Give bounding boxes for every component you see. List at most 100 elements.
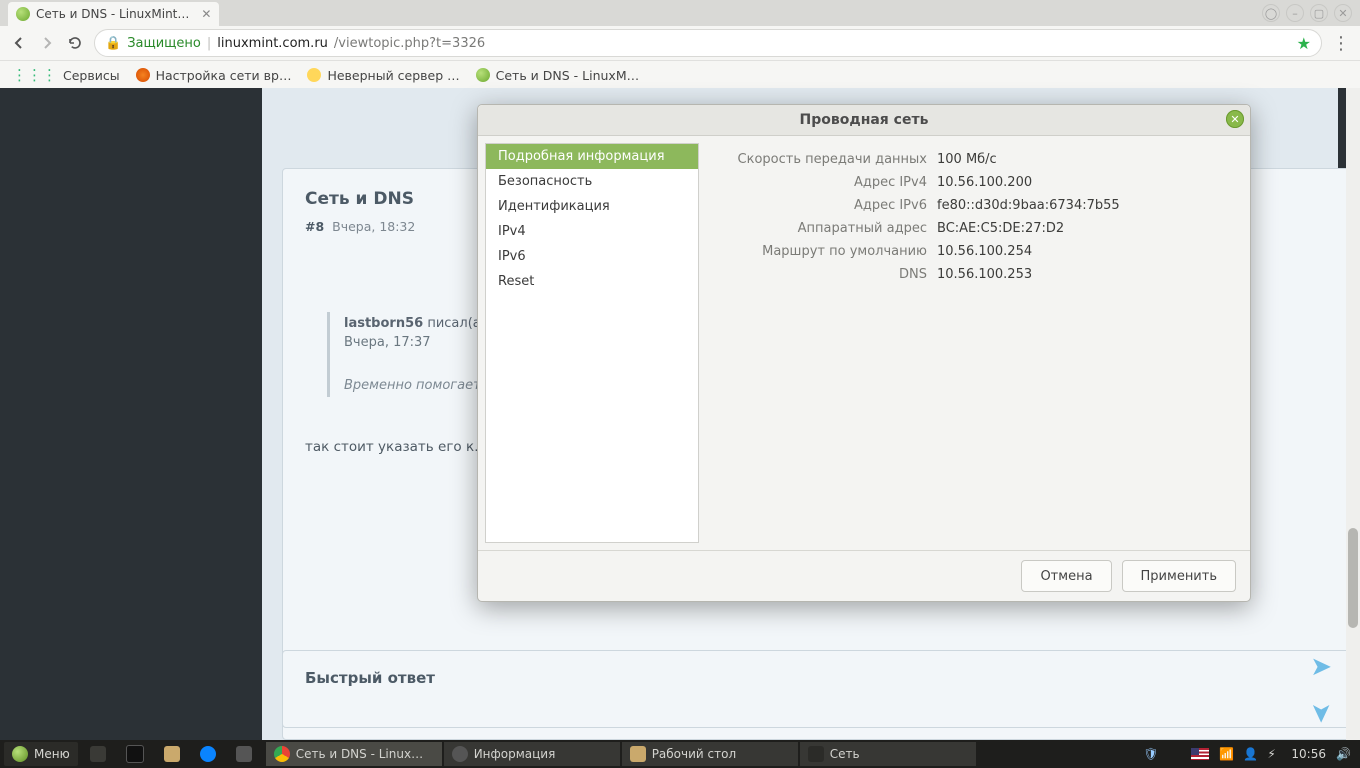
teamviewer-launcher[interactable] [192, 742, 224, 766]
post-time: Вчера, 18:32 [332, 219, 415, 234]
task-label: Сеть [830, 747, 860, 761]
row-speed-label: Скорость передачи данных [735, 152, 927, 167]
linuxmint-favicon-icon [476, 68, 490, 82]
sidebar-item-ipv6[interactable]: IPv6 [486, 244, 698, 269]
task-label: Рабочий стол [652, 747, 736, 761]
terminal-icon [126, 745, 144, 763]
task-label: Сеть и DNS - Linux… [296, 747, 423, 761]
arrow-down-icon[interactable]: ➤ [1306, 702, 1336, 724]
row-gateway-value: 10.56.100.254 [937, 244, 1032, 259]
secure-label: Защищено [127, 36, 201, 51]
window-maximize-icon[interactable]: ▢ [1310, 4, 1328, 22]
dialog-title: Проводная сеть [800, 112, 929, 128]
dialog-footer: Отмена Применить [478, 550, 1250, 601]
task-info[interactable]: Информация [444, 742, 620, 766]
fast-reply-panel[interactable]: Быстрый ответ [282, 650, 1358, 728]
files-icon [164, 746, 180, 762]
show-desktop-button[interactable] [82, 742, 114, 766]
quote-author[interactable]: lastborn56 [344, 316, 423, 331]
shield-launcher[interactable] [228, 742, 260, 766]
network-dialog: Проводная сеть ✕ Подробная информация Бе… [477, 104, 1251, 602]
linuxmint-logo-icon [12, 746, 28, 762]
task-network[interactable]: Сеть [800, 742, 976, 766]
row-mac-label: Аппаратный адрес [735, 221, 927, 236]
dialog-titlebar[interactable]: Проводная сеть ✕ [478, 105, 1250, 136]
apply-button[interactable]: Применить [1122, 560, 1236, 592]
row-ipv6-label: Адрес IPv6 [735, 198, 927, 213]
teamviewer-icon [200, 746, 216, 762]
arrow-up-icon[interactable]: ➤ [1310, 652, 1332, 682]
dialog-details-pane: Скорость передачи данных 100 Мб/с Адрес I… [699, 136, 1250, 550]
omnibox[interactable]: 🔒 Защищено | linuxmint.com.ru/viewtopic.… [94, 29, 1322, 57]
row-dns-value: 10.56.100.253 [937, 267, 1032, 282]
user-icon[interactable]: ◯ [1262, 4, 1280, 22]
terminal-launcher[interactable] [118, 742, 152, 766]
sidebar-item-identity[interactable]: Идентификация [486, 194, 698, 219]
taskbar: Меню Сеть и DNS - Linux… Информация Рабо… [0, 740, 1360, 768]
tray-teamviewer-icon[interactable] [1167, 747, 1181, 761]
start-menu-label: Меню [34, 747, 70, 761]
scrollbar-thumb[interactable] [1348, 528, 1358, 628]
bookmark-1[interactable]: Настройка сети вр… [136, 68, 292, 83]
sidebar-item-label: Reset [498, 274, 534, 289]
nav-back-button[interactable] [10, 34, 28, 52]
keyboard-layout-icon[interactable] [1191, 748, 1209, 760]
row-speed-value: 100 Мб/с [937, 152, 997, 167]
sidebar-item-label: Идентификация [498, 199, 610, 214]
bookmarks-bar: ⋮⋮⋮ Сервисы Настройка сети вр… Неверный … [0, 61, 1360, 90]
tray-user-icon[interactable]: 👤 [1243, 747, 1257, 761]
system-tray: 🛡 📶 👤 ⚡ 10:56 🔊 [1143, 747, 1360, 761]
files-launcher[interactable] [156, 742, 188, 766]
nav-reload-button[interactable] [66, 34, 84, 52]
tray-power-icon[interactable]: ⚡ [1267, 747, 1281, 761]
url-path: /viewtopic.php?t=3326 [334, 36, 485, 51]
start-menu-button[interactable]: Меню [4, 742, 78, 766]
row-gateway-label: Маршрут по умолчанию [735, 244, 927, 259]
apps-icon: ⋮⋮⋮ [12, 66, 57, 84]
desktop-icon [90, 746, 106, 762]
apply-label: Применить [1141, 569, 1217, 584]
tab-close-icon[interactable]: ✕ [201, 7, 211, 21]
sidebar-item-security[interactable]: Безопасность [486, 169, 698, 194]
window-minimize-icon[interactable]: – [1286, 4, 1304, 22]
address-bar: 🔒 Защищено | linuxmint.com.ru/viewtopic.… [0, 26, 1360, 61]
task-label: Информация [474, 747, 556, 761]
bookmark-2-label: Неверный сервер … [327, 68, 459, 83]
tray-network-icon[interactable]: 📶 [1219, 747, 1233, 761]
browser-menu-button[interactable]: ⋮ [1332, 33, 1350, 54]
window-controls: ◯ – ▢ ✕ [1254, 0, 1360, 26]
scroll-arrows: ➤ ➤ [1310, 652, 1332, 728]
browser-tab[interactable]: Сеть и DNS - LinuxMint… ✕ [8, 2, 219, 26]
apps-shortcut[interactable]: ⋮⋮⋮ Сервисы [12, 66, 120, 84]
cancel-button[interactable]: Отмена [1021, 560, 1111, 592]
dialog-sidebar: Подробная информация Безопасность Иденти… [485, 143, 699, 543]
lightbulb-icon [307, 68, 321, 82]
sidebar-item-label: IPv6 [498, 249, 526, 264]
network-icon [808, 746, 824, 762]
clock[interactable]: 10:56 [1291, 747, 1326, 761]
fast-reply-label: Быстрый ответ [305, 669, 435, 687]
dialog-close-button[interactable]: ✕ [1226, 110, 1244, 128]
sidebar-item-label: Безопасность [498, 174, 592, 189]
url-host: linuxmint.com.ru [217, 36, 328, 51]
bookmark-3[interactable]: Сеть и DNS - LinuxM… [476, 68, 639, 83]
window-close-icon[interactable]: ✕ [1334, 4, 1352, 22]
task-desktop[interactable]: Рабочий стол [622, 742, 798, 766]
linuxmint-favicon-icon [16, 7, 30, 21]
sidebar-item-details[interactable]: Подробная информация [486, 144, 698, 169]
task-chrome[interactable]: Сеть и DNS - Linux… [266, 742, 442, 766]
tab-title: Сеть и DNS - LinuxMint… [36, 7, 189, 21]
bookmark-2[interactable]: Неверный сервер … [307, 68, 459, 83]
bookmark-star-icon[interactable]: ★ [1297, 34, 1311, 53]
info-icon [452, 746, 468, 762]
nav-forward-button[interactable] [38, 34, 56, 52]
tray-shield-icon[interactable]: 🛡 [1143, 747, 1157, 761]
post-number[interactable]: #8 [305, 219, 324, 234]
bookmark-3-label: Сеть и DNS - LinuxM… [496, 68, 639, 83]
sidebar-item-ipv4[interactable]: IPv4 [486, 219, 698, 244]
sidebar-item-reset[interactable]: Reset [486, 269, 698, 294]
tray-volume-icon[interactable]: 🔊 [1336, 747, 1350, 761]
taskbar-tasks: Сеть и DNS - Linux… Информация Рабочий с… [266, 742, 976, 766]
row-ipv4-label: Адрес IPv4 [735, 175, 927, 190]
vertical-scrollbar[interactable] [1346, 88, 1360, 740]
